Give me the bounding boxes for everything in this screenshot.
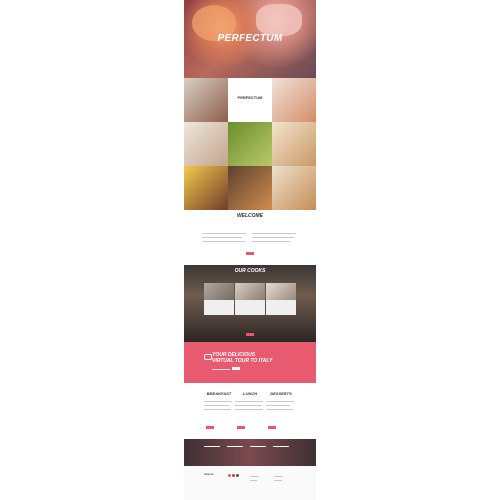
tour-subtext-line <box>212 369 230 370</box>
footer-link-line <box>274 480 282 481</box>
tour-button[interactable] <box>232 367 240 370</box>
footer-brand: PERFECTUM <box>204 475 214 476</box>
tour-line-2: VIRTUAL TOUR TO ITALY <box>212 358 273 364</box>
meal-text-line <box>204 405 229 406</box>
cooks-section: OUR COOKS <box>184 265 316 342</box>
meal-text-line <box>235 401 263 402</box>
meal-title-lunch: LUNCH <box>243 391 257 396</box>
cook-photo <box>235 283 265 300</box>
meal-button-breakfast[interactable] <box>206 426 214 429</box>
food-tile-8 <box>228 166 272 210</box>
welcome-text-line <box>202 237 242 238</box>
food-tile-6 <box>272 122 316 166</box>
cook-card-3[interactable] <box>266 283 296 315</box>
meal-text-line <box>266 401 294 402</box>
cook-photo <box>266 283 296 300</box>
welcome-text-line <box>202 233 246 234</box>
footer-link-line <box>250 476 259 477</box>
footer-column-2 <box>227 446 243 447</box>
cooks-button[interactable] <box>246 333 254 336</box>
share-icon[interactable] <box>228 474 231 477</box>
food-tile-5 <box>228 122 272 166</box>
footer-column-3 <box>250 446 266 447</box>
food-tile-3 <box>272 78 316 122</box>
cook-name <box>235 301 265 305</box>
tour-text: YOUR DELICIOUS VIRTUAL TOUR TO ITALY <box>212 352 272 364</box>
welcome-title: WELCOME <box>236 213 264 219</box>
tour-banner: YOUR DELICIOUS VIRTUAL TOUR TO ITALY <box>184 342 316 383</box>
meal-text-line <box>266 405 290 406</box>
welcome-text-line <box>252 233 296 234</box>
welcome-text-line <box>202 241 245 242</box>
welcome-button[interactable] <box>246 252 254 255</box>
cook-name <box>266 301 296 305</box>
food-tile-9 <box>272 166 316 210</box>
food-tile-2: PERFECTUM <box>228 78 272 122</box>
logo-badge: PERFECTUM <box>236 90 264 104</box>
meal-text-line <box>204 409 231 410</box>
page-preview: PERFECTUM PERFECTUM WELCOME OUR COOKS YO… <box>184 0 316 500</box>
meal-text-line <box>235 409 263 410</box>
meal-button-lunch[interactable] <box>237 426 245 429</box>
food-tile-7 <box>184 166 228 210</box>
cook-card-1[interactable] <box>204 283 234 315</box>
meals-section: BREAKFAST LUNCH DESSERTS <box>184 383 316 439</box>
meal-text-line <box>266 409 293 410</box>
welcome-text-line <box>252 237 294 238</box>
meal-title-breakfast: BREAKFAST <box>206 391 232 396</box>
cook-card-2[interactable] <box>235 283 265 315</box>
meal-text-line <box>204 401 232 402</box>
food-grid: PERFECTUM <box>184 78 316 210</box>
footer-column-1 <box>204 446 220 447</box>
cook-name <box>204 301 234 305</box>
footer-gallery <box>184 439 316 466</box>
meal-button-desserts[interactable] <box>268 426 276 429</box>
hero-meat-shape <box>256 4 302 36</box>
share-icon[interactable] <box>232 474 235 477</box>
food-tile-4 <box>184 122 228 166</box>
cooks-title: OUR COOKS <box>234 268 266 274</box>
hero-banner: PERFECTUM <box>184 0 316 78</box>
food-tile-1 <box>184 78 228 122</box>
site-title: PERFECTUM <box>217 33 283 44</box>
welcome-section: WELCOME <box>184 210 316 265</box>
cook-photo <box>204 283 234 300</box>
footer-link-line <box>250 480 257 481</box>
plate-icon <box>204 354 212 360</box>
footer: PERFECTUM <box>184 466 316 500</box>
footer-link-line <box>274 476 283 477</box>
meal-title-desserts: DESSERTS <box>270 391 292 396</box>
welcome-text-line <box>252 241 290 242</box>
meal-text-line <box>235 405 261 406</box>
share-icon[interactable] <box>236 474 239 477</box>
footer-column-4 <box>273 446 289 447</box>
